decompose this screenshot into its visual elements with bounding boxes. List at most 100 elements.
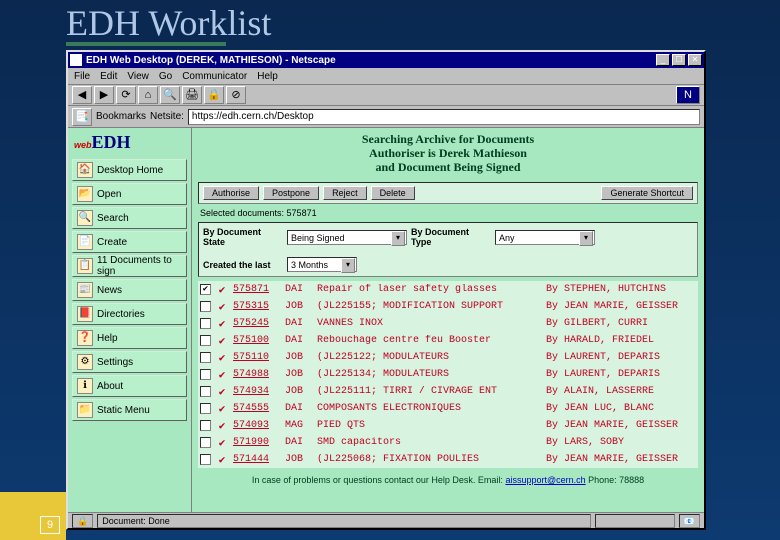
doc-id-link[interactable]: 571444 [233,454,281,465]
sidebar-item-help[interactable]: ❓Help [72,327,187,349]
sidebar-item-11-documents-to-sign[interactable]: 📋11 Documents to sign [72,255,187,277]
nav-toolbar: ◀ ▶ ⟳ ⌂ 🔍 🖨 🔒 ⊘ N [68,84,704,106]
nav-label: About [97,381,123,392]
sign-icon[interactable]: ✔ [215,283,229,297]
table-row: ✔574988JOB(JL225134; MODULATEURSBy LAURE… [198,366,698,383]
menu-view[interactable]: View [127,71,149,82]
sign-icon[interactable]: ✔ [215,436,229,450]
delete-button[interactable]: Delete [371,186,415,200]
row-checkbox[interactable] [200,318,211,329]
row-checkbox[interactable] [200,369,211,380]
doc-id-link[interactable]: 574988 [233,369,281,380]
sidebar-item-news[interactable]: 📰News [72,279,187,301]
minimize-button[interactable]: _ [656,54,670,66]
row-checkbox[interactable] [200,403,211,414]
type-dropdown[interactable]: Any [495,230,595,245]
bookmarks-icon[interactable]: 📑 [72,108,92,126]
sign-icon[interactable]: ✔ [215,334,229,348]
doc-id-link[interactable]: 574093 [233,420,281,431]
status-progress [595,514,675,528]
row-checkbox[interactable] [200,301,211,312]
url-input[interactable]: https://edh.cern.ch/Desktop [188,109,700,125]
search-button[interactable]: 🔍 [160,86,180,104]
nav-icon: ℹ [77,378,93,394]
doc-id-link[interactable]: 575245 [233,318,281,329]
table-row: ✔574555DAICOMPOSANTS ELECTRONIQUESBy JEA… [198,400,698,417]
menu-go[interactable]: Go [159,71,172,82]
maximize-button[interactable]: ☐ [672,54,686,66]
table-row: ✔✔575871DAIRepair of laser safety glasse… [198,281,698,298]
doc-type: JOB [285,352,313,363]
sign-icon[interactable]: ✔ [215,402,229,416]
doc-description: Rebouchage centre feu Booster [317,335,542,346]
security-button[interactable]: 🔒 [204,86,224,104]
doc-id-link[interactable]: 574555 [233,403,281,414]
postpone-button[interactable]: Postpone [263,186,319,200]
doc-id-link[interactable]: 575315 [233,301,281,312]
statusbar: 🔒 Document: Done 📧 [68,512,704,528]
doc-id-link[interactable]: 574934 [233,386,281,397]
row-checkbox[interactable] [200,420,211,431]
close-button[interactable]: ✕ [688,54,702,66]
bookmarks-label[interactable]: Bookmarks [96,111,146,122]
sidebar-item-desktop-home[interactable]: 🏠Desktop Home [72,159,187,181]
netscape-logo-icon: N [676,86,700,104]
menu-edit[interactable]: Edit [100,71,117,82]
doc-description: PIED QTS [317,420,542,431]
doc-type: JOB [285,301,313,312]
status-tray-icon: 📧 [679,514,700,528]
doc-type: JOB [285,369,313,380]
menu-help[interactable]: Help [257,71,278,82]
nav-icon: 🏠 [77,162,93,178]
reject-button[interactable]: Reject [323,186,367,200]
doc-author: By JEAN MARIE, GEISSER [546,454,696,465]
row-checkbox[interactable]: ✔ [200,284,211,295]
sidebar-item-open[interactable]: 📂Open [72,183,187,205]
sign-icon[interactable]: ✔ [215,351,229,365]
sign-icon[interactable]: ✔ [215,300,229,314]
doc-id-link[interactable]: 575100 [233,335,281,346]
sign-icon[interactable]: ✔ [215,317,229,331]
state-dropdown[interactable]: Being Signed [287,230,407,245]
sign-icon[interactable]: ✔ [215,385,229,399]
authorise-button[interactable]: Authorise [203,186,259,200]
stop-button[interactable]: ⊘ [226,86,246,104]
row-checkbox[interactable] [200,352,211,363]
row-checkbox[interactable] [200,335,211,346]
sign-icon[interactable]: ✔ [215,368,229,382]
doc-description: VANNES INOX [317,318,542,329]
row-checkbox[interactable] [200,386,211,397]
created-dropdown[interactable]: 3 Months [287,257,357,272]
sidebar-item-directories[interactable]: 📕Directories [72,303,187,325]
doc-id-link[interactable]: 575110 [233,352,281,363]
home-button[interactable]: ⌂ [138,86,158,104]
sidebar-item-create[interactable]: 📄Create [72,231,187,253]
doc-description: (JL225134; MODULATEURS [317,369,542,380]
forward-button[interactable]: ▶ [94,86,114,104]
generate-shortcut-button[interactable]: Generate Shortcut [601,186,693,200]
search-header: Searching Archive for Documents Authoris… [192,128,704,180]
nav-icon: 📕 [77,306,93,322]
doc-id-link[interactable]: 575871 [233,284,281,295]
sidebar-item-settings[interactable]: ⚙Settings [72,351,187,373]
nav-icon: ❓ [77,330,93,346]
doc-author: By GILBERT, CURRI [546,318,696,329]
row-checkbox[interactable] [200,437,211,448]
menu-communicator[interactable]: Communicator [182,71,247,82]
window-title: EDH Web Desktop (DEREK, MATHIESON) - Net… [86,55,654,66]
doc-id-link[interactable]: 571990 [233,437,281,448]
sidebar-item-static-menu[interactable]: 📁Static Menu [72,399,187,421]
doc-description: (JL225122; MODULATEURS [317,352,542,363]
menu-file[interactable]: File [74,71,90,82]
print-button[interactable]: 🖨 [182,86,202,104]
sign-icon[interactable]: ✔ [215,453,229,467]
titlebar: EDH Web Desktop (DEREK, MATHIESON) - Net… [68,52,704,68]
back-button[interactable]: ◀ [72,86,92,104]
sign-icon[interactable]: ✔ [215,419,229,433]
sidebar-item-about[interactable]: ℹ About [72,375,187,397]
nav-icon: 📄 [77,234,93,250]
support-email-link[interactable]: aissupport@cern.ch [505,475,585,485]
sidebar-item-search[interactable]: 🔍Search [72,207,187,229]
row-checkbox[interactable] [200,454,211,465]
reload-button[interactable]: ⟳ [116,86,136,104]
